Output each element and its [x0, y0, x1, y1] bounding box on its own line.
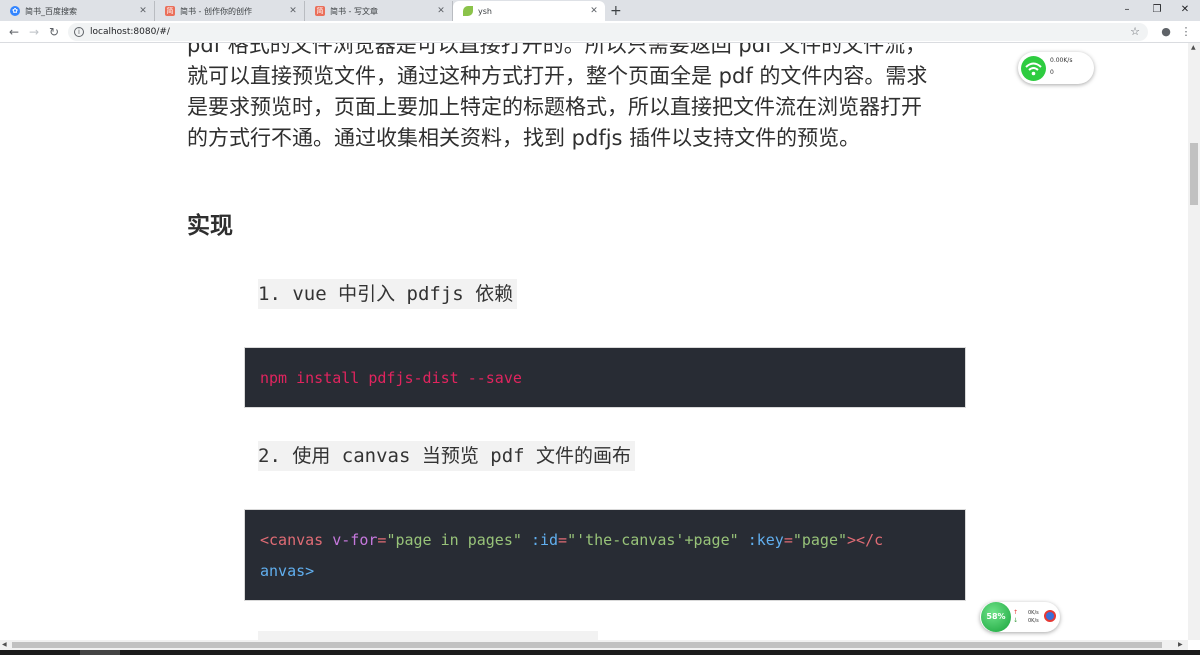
- code-token: "page": [792, 531, 848, 549]
- code-line: npm install pdfjs-dist --save: [260, 369, 522, 387]
- code-line: <canvas v-for="page in pages" :id="'the-…: [245, 525, 965, 556]
- status-dot-icon: [1044, 610, 1056, 622]
- step-2-text: 2. 使用 canvas 当预览 pdf 文件的画布: [258, 441, 636, 471]
- scroll-right-icon[interactable]: ▶: [1178, 641, 1183, 648]
- download-speed-text: 0K/s: [1028, 618, 1039, 624]
- taskbar-item[interactable]: [80, 650, 120, 655]
- address-bar[interactable]: i localhost:8080/#/ ☆: [68, 23, 1148, 41]
- vertical-scrollbar[interactable]: ▲: [1188, 43, 1200, 640]
- close-tab-icon[interactable]: ✕: [136, 6, 150, 16]
- tab-strip: ✿ 简书_百度搜索 ✕ 简 简书 - 创作你的创作 ✕ 简 简书 - 写文章 ✕…: [0, 0, 1200, 21]
- info-icon[interactable]: i: [74, 27, 84, 37]
- net-speed-text: 0.00K/s: [1050, 57, 1073, 64]
- tab-title: 简书 - 创作你的创作: [180, 6, 252, 16]
- code-token: <canvas: [260, 531, 324, 549]
- article-paragraph: pdf 格式的文件浏览器是可以直接打开的。所以只需要返回 pdf 文件的文件流，…: [187, 43, 1037, 154]
- upload-speed-text: 0K/s: [1028, 610, 1039, 616]
- account-icon[interactable]: ●: [1158, 24, 1174, 40]
- code-token: =: [783, 531, 793, 549]
- step-3-text-partial: [258, 631, 598, 640]
- code-token: "page in pages": [386, 531, 522, 549]
- close-tab-icon[interactable]: ✕: [434, 6, 448, 16]
- code-block-canvas: <canvas v-for="page in pages" :id="'the-…: [244, 509, 966, 601]
- code-line: anvas>: [260, 562, 315, 580]
- section-heading: 实现: [187, 213, 233, 239]
- restore-button[interactable]: ❐: [1142, 1, 1172, 19]
- system-monitor-widget[interactable]: 58% ↑ ↓ 0K/s 0K/s: [980, 602, 1060, 632]
- code-token: :key: [747, 531, 784, 549]
- close-window-button[interactable]: ✕: [1170, 1, 1200, 19]
- tab-title: 简书 - 写文章: [330, 6, 378, 16]
- paragraph-line: 就可以直接预览文件，通过这种方式打开，整个页面全是 pdf 的文件内容。需求: [187, 64, 928, 88]
- tab-jianshu-write[interactable]: 简 简书 - 写文章 ✕: [305, 1, 453, 21]
- paragraph-line: pdf 格式的文件浏览器是可以直接打开的。所以只需要返回 pdf 文件的文件流，: [187, 43, 927, 57]
- baidu-paw-icon: ✿: [10, 6, 20, 16]
- url-text: localhost:8080/#/: [90, 27, 170, 37]
- code-block-install: npm install pdfjs-dist --save: [244, 347, 966, 408]
- net-count-text: 0: [1050, 69, 1054, 76]
- reload-button[interactable]: ↻: [45, 23, 63, 41]
- new-tab-button[interactable]: +: [610, 2, 622, 20]
- browser-toolbar: ← → ↻ i localhost:8080/#/ ☆ ● ⋮: [0, 21, 1200, 43]
- code-token: "'the-canvas'+page": [567, 531, 739, 549]
- jianshu-logo-icon: 简: [165, 6, 175, 16]
- paragraph-line: 的方式行不通。通过收集相关资料，找到 pdfjs 插件以支持文件的预览。: [187, 126, 861, 150]
- jianshu-logo-icon: 简: [315, 6, 325, 16]
- minimize-button[interactable]: –: [1112, 1, 1142, 19]
- download-arrow-icon: ↓: [1013, 617, 1019, 624]
- code-token: ></c: [847, 531, 884, 549]
- upload-arrow-icon: ↑: [1013, 609, 1019, 616]
- tab-baidu-search[interactable]: ✿ 简书_百度搜索 ✕: [0, 1, 155, 21]
- back-button[interactable]: ←: [5, 23, 23, 41]
- code-token: :id: [530, 531, 559, 549]
- cpu-usage-badge: 58%: [981, 602, 1011, 632]
- code-token: =: [558, 531, 568, 549]
- wifi-icon: [1021, 56, 1046, 81]
- forward-button[interactable]: →: [25, 23, 43, 41]
- tab-title: ysh: [478, 6, 492, 16]
- os-taskbar: [0, 650, 1200, 655]
- step-1-text: 1. vue 中引入 pdfjs 依赖: [258, 279, 518, 309]
- tab-title: 简书_百度搜索: [25, 6, 77, 16]
- tab-jianshu-create[interactable]: 简 简书 - 创作你的创作 ✕: [155, 1, 305, 21]
- leaf-icon: [463, 6, 473, 16]
- bookmark-star-icon[interactable]: ☆: [1130, 23, 1140, 41]
- close-tab-icon[interactable]: ✕: [587, 6, 601, 16]
- tab-ysh[interactable]: ysh ✕: [453, 1, 605, 21]
- vertical-scroll-thumb[interactable]: [1190, 143, 1198, 205]
- horizontal-scrollbar[interactable]: ◀ ▶: [0, 640, 1188, 650]
- close-tab-icon[interactable]: ✕: [286, 6, 300, 16]
- page-viewport: pdf 格式的文件浏览器是可以直接打开的。所以只需要返回 pdf 文件的文件流，…: [0, 43, 1188, 640]
- paragraph-line: 是要求预览时，页面上要加上特定的标题格式，所以直接把文件流在浏览器打开: [187, 95, 922, 119]
- network-speed-widget[interactable]: 0.00K/s 0: [1018, 52, 1094, 84]
- code-token: v-for: [332, 531, 378, 549]
- scroll-up-icon[interactable]: ▲: [1191, 44, 1196, 51]
- horizontal-scroll-thumb[interactable]: [12, 642, 1162, 648]
- scroll-left-icon[interactable]: ◀: [2, 641, 7, 648]
- menu-icon[interactable]: ⋮: [1178, 24, 1194, 40]
